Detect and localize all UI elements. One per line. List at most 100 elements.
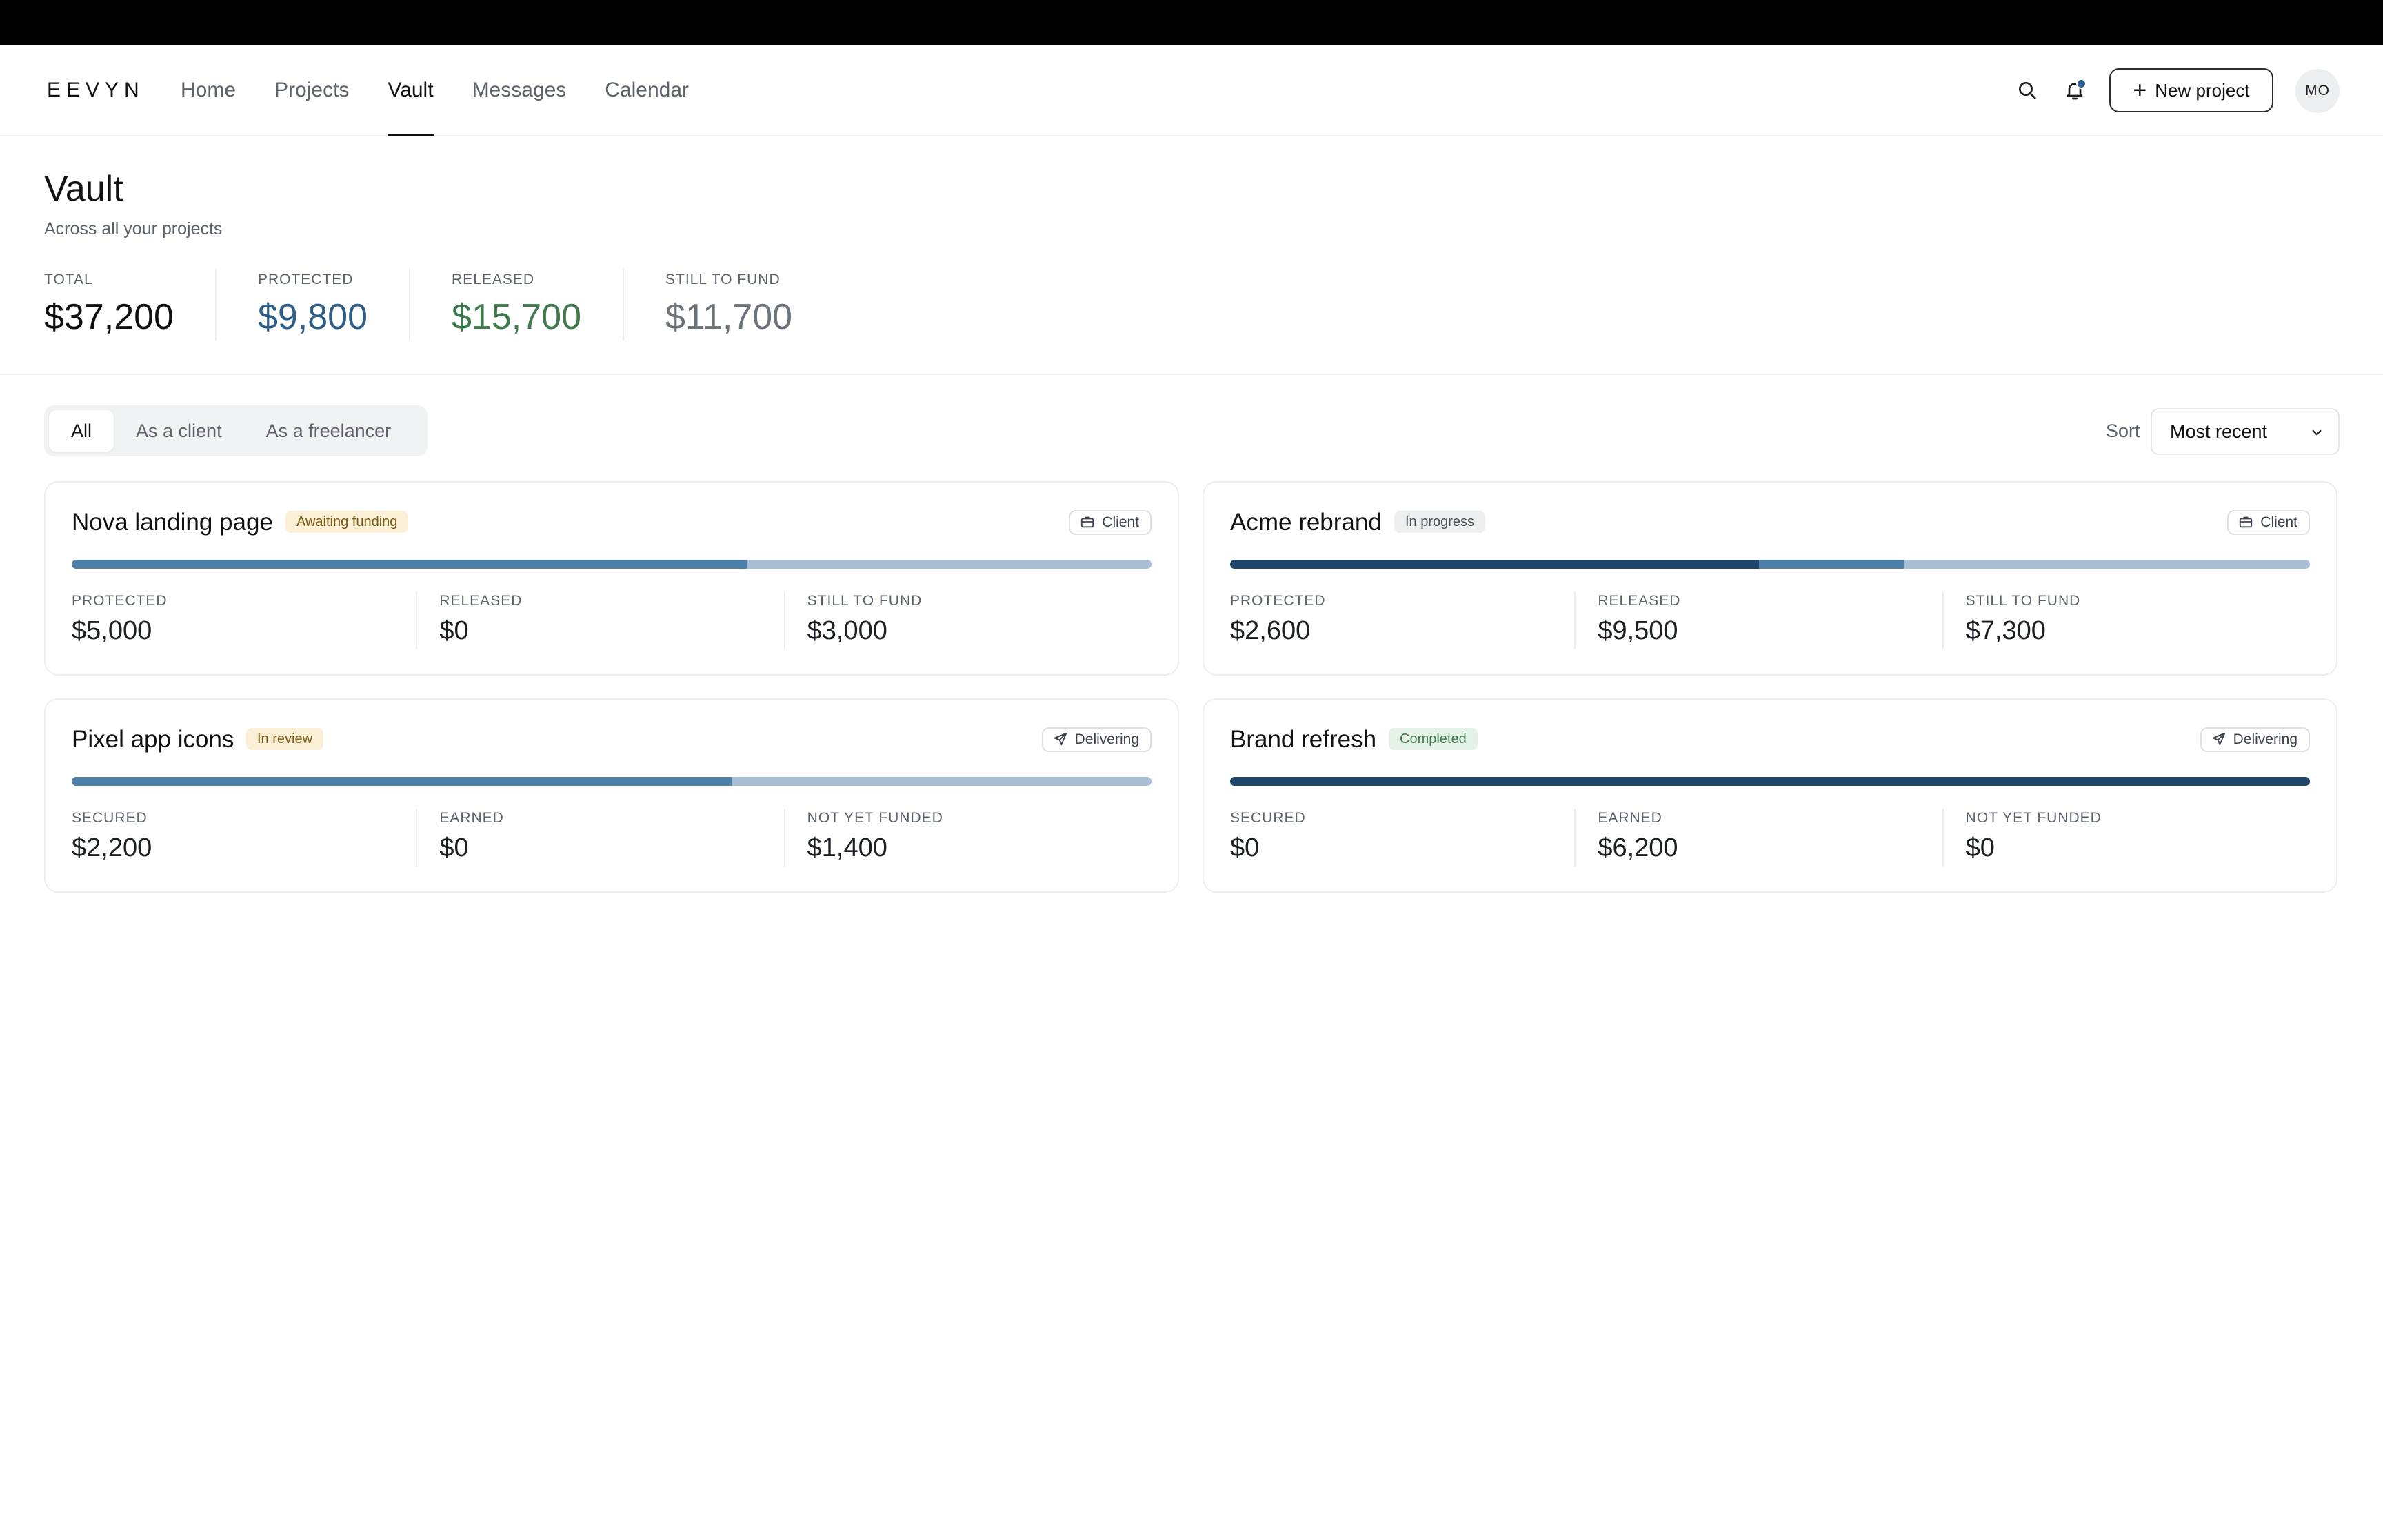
new-project-button[interactable]: + New project bbox=[2109, 68, 2273, 112]
metric-value: $7,300 bbox=[1965, 616, 2046, 645]
project-card-1[interactable]: Nova landing page Awaiting funding Clien… bbox=[44, 481, 1179, 676]
search-icon bbox=[2019, 82, 2036, 99]
project-title: Nova landing page bbox=[72, 509, 273, 536]
page-title: Vault bbox=[44, 169, 123, 209]
metric-label: NOT YET FUNDED bbox=[807, 810, 943, 826]
metric-3: STILL TO FUND $3,000 bbox=[783, 591, 1152, 649]
metric-3: NOT YET FUNDED $1,400 bbox=[783, 809, 1152, 867]
window-top-bar bbox=[0, 0, 2383, 45]
project-metrics: PROTECTED $2,600 RELEASED $9,500 STILL T… bbox=[1230, 591, 2310, 649]
briefcase-icon bbox=[2240, 516, 2253, 528]
project-metrics: PROTECTED $5,000 RELEASED $0 STILL TO FU… bbox=[72, 591, 1152, 649]
role-label: Delivering bbox=[2233, 731, 2297, 747]
progress-segment-1 bbox=[72, 777, 732, 786]
progress-segment-1 bbox=[72, 560, 747, 569]
funding-progress-bar bbox=[72, 777, 1152, 786]
metric-2: EARNED $0 bbox=[416, 809, 783, 867]
nav-item-calendar[interactable]: Calendar bbox=[605, 45, 689, 135]
nav-item-home[interactable]: Home bbox=[181, 45, 236, 135]
metric-label: STILL TO FUND bbox=[807, 593, 923, 609]
briefcase-icon bbox=[1081, 516, 1094, 528]
project-card-2[interactable]: Acme rebrand In progress Client PROTECTE… bbox=[1203, 481, 2337, 676]
section-divider bbox=[0, 374, 2383, 375]
metric-label: RELEASED bbox=[1598, 593, 1681, 609]
metric-3: STILL TO FUND $7,300 bbox=[1942, 591, 2310, 649]
filter-tab-freelancer[interactable]: As a freelancer bbox=[244, 410, 414, 452]
summary-released-value: $15,700 bbox=[452, 297, 581, 337]
metric-2: RELEASED $9,500 bbox=[1574, 591, 1942, 649]
role-chip: Delivering bbox=[2200, 727, 2310, 752]
metric-label: STILL TO FUND bbox=[1965, 593, 2081, 609]
metric-label: NOT YET FUNDED bbox=[1965, 810, 2102, 826]
page-subtitle: Across all your projects bbox=[44, 219, 223, 239]
app-logo[interactable]: EEVYN bbox=[47, 79, 145, 102]
metric-value: $2,200 bbox=[72, 833, 152, 862]
summary-protected-value: $9,800 bbox=[257, 297, 368, 337]
metric-1: PROTECTED $2,600 bbox=[1230, 591, 1574, 649]
role-label: Delivering bbox=[1074, 731, 1139, 747]
sort-label: Sort bbox=[2106, 421, 2140, 441]
funding-progress-bar bbox=[72, 560, 1152, 569]
plus-icon: + bbox=[2133, 77, 2147, 103]
progress-segment-2 bbox=[1759, 560, 1904, 569]
status-badge: In review bbox=[246, 728, 324, 750]
funding-progress-bar bbox=[1230, 560, 2310, 569]
nav-item-projects[interactable]: Projects bbox=[274, 45, 349, 135]
metric-2: EARNED $6,200 bbox=[1574, 809, 1942, 867]
metric-value: $2,600 bbox=[1230, 616, 1311, 645]
summary-released: RELEASED $15,700 bbox=[452, 269, 624, 341]
filter-tab-client[interactable]: As a client bbox=[114, 410, 244, 452]
metric-label: EARNED bbox=[1598, 810, 1662, 826]
role-label: Client bbox=[2260, 514, 2297, 530]
vault-summary: TOTAL $37,200 PROTECTED $9,800 RELEASED … bbox=[44, 269, 875, 341]
notifications-button[interactable] bbox=[2058, 74, 2091, 107]
filter-tab-all[interactable]: All bbox=[49, 410, 114, 452]
project-title: Acme rebrand bbox=[1230, 509, 1382, 536]
metric-label: PROTECTED bbox=[72, 593, 168, 609]
project-title: Pixel app icons bbox=[72, 726, 234, 753]
send-icon bbox=[2212, 732, 2225, 746]
metric-label: EARNED bbox=[439, 810, 504, 826]
progress-segment-1 bbox=[1230, 560, 1760, 569]
status-badge: In progress bbox=[1394, 511, 1486, 533]
summary-still-to-fund-value: $11,700 bbox=[665, 297, 793, 337]
sort-value: Most recent bbox=[2170, 421, 2268, 442]
metric-label: PROTECTED bbox=[1230, 593, 1326, 609]
metric-1: SECURED $0 bbox=[1230, 809, 1574, 867]
send-icon bbox=[1054, 732, 1067, 746]
role-chip: Client bbox=[2227, 510, 2310, 535]
role-chip: Delivering bbox=[1041, 727, 1152, 752]
metric-2: RELEASED $0 bbox=[416, 591, 783, 649]
project-card-3[interactable]: Pixel app icons In review Delivering SEC… bbox=[44, 698, 1179, 893]
metric-value: $0 bbox=[439, 616, 469, 645]
metric-value: $0 bbox=[1965, 833, 1995, 862]
summary-still-to-fund-label: STILL TO FUND bbox=[665, 272, 781, 287]
metric-value: $6,200 bbox=[1598, 833, 1678, 862]
summary-total-label: TOTAL bbox=[44, 272, 93, 287]
metric-value: $3,000 bbox=[807, 616, 887, 645]
summary-total-value: $37,200 bbox=[44, 297, 174, 337]
nav-item-vault[interactable]: Vault bbox=[388, 45, 434, 136]
metric-value: $5,000 bbox=[72, 616, 152, 645]
new-project-label: New project bbox=[2155, 79, 2250, 101]
summary-total: TOTAL $37,200 bbox=[44, 269, 217, 341]
notification-dot bbox=[2076, 79, 2087, 89]
search-button[interactable] bbox=[2011, 74, 2044, 107]
nav-item-messages[interactable]: Messages bbox=[472, 45, 567, 135]
summary-protected-label: PROTECTED bbox=[257, 272, 354, 287]
metric-value: $0 bbox=[1230, 833, 1260, 862]
progress-segment-1 bbox=[1230, 777, 2310, 786]
role-chip: Client bbox=[1069, 510, 1152, 535]
metric-1: PROTECTED $5,000 bbox=[72, 591, 416, 649]
project-card-4[interactable]: Brand refresh Completed Delivering SECUR… bbox=[1203, 698, 2337, 893]
summary-still-to-fund: STILL TO FUND $11,700 bbox=[665, 269, 834, 341]
main-nav: Home Projects Vault Messages Calendar bbox=[181, 45, 727, 136]
metric-value: $1,400 bbox=[807, 833, 887, 862]
metric-label: RELEASED bbox=[439, 593, 523, 609]
status-badge: Awaiting funding bbox=[285, 511, 409, 533]
sort-select[interactable]: Most recent bbox=[2151, 408, 2340, 455]
summary-released-label: RELEASED bbox=[452, 272, 535, 287]
user-avatar[interactable]: MO bbox=[2295, 69, 2340, 113]
summary-protected: PROTECTED $9,800 bbox=[257, 269, 411, 341]
role-label: Client bbox=[1102, 514, 1139, 530]
